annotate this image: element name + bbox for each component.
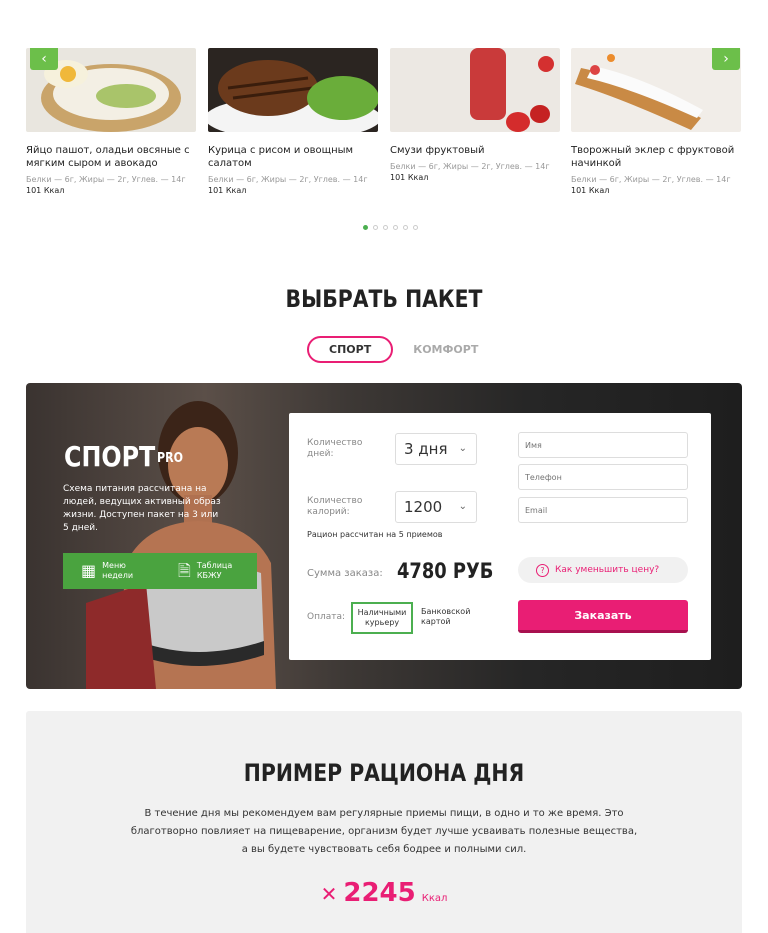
week-menu-link[interactable]: ▦ Меню недели — [63, 561, 160, 581]
ration-description: В течение дня мы рекомендуем вам регуляр… — [130, 808, 638, 855]
calories-select[interactable]: 1200 ⌄ — [395, 491, 477, 523]
dish-kcal: 101 Ккал — [26, 186, 65, 195]
fork-knife-icon: ✕ — [320, 882, 338, 906]
reduce-price-label: Как уменьшить цену? — [555, 565, 660, 575]
dish-card[interactable]: Яйцо пашот, оладьи овсяные с мягким сыро… — [26, 48, 196, 195]
dishes-carousel: Яйцо пашот, оладьи овсяные с мягким сыро… — [0, 0, 768, 245]
package-description: Схема питания рассчитана на людей, ведущ… — [63, 484, 221, 533]
tab-comfort[interactable]: КОМФОРТ — [413, 343, 478, 356]
dish-kcal: 101 Ккал — [390, 173, 429, 182]
grid-icon: ▦ — [81, 561, 97, 580]
email-field[interactable] — [518, 497, 688, 523]
dish-photo — [208, 48, 378, 132]
dish-kcal: 101 Ккал — [208, 186, 247, 195]
chevron-down-icon: ⌄ — [458, 443, 467, 454]
question-icon: ? — [536, 563, 549, 577]
kbju-table-label: Таблица КБЖУ — [196, 561, 233, 580]
pagination-dot[interactable] — [413, 225, 418, 230]
carousel-prev-button[interactable]: ‹ — [30, 48, 58, 70]
payment-card-option[interactable]: Банковской картой — [421, 607, 470, 627]
meals-note: Рацион рассчитан на 5 приемов — [307, 530, 443, 539]
order-form: Количество дней: 3 дня ⌄ Количество калори… — [289, 413, 711, 660]
dish-macros: Белки — 6г, Жиры — 2г, Углев. — 14г — [208, 175, 368, 184]
dish-photo — [390, 48, 560, 132]
ration-kcal-value: 2245 — [343, 878, 416, 908]
package-tabs: СПОРТ КОМФОРТ — [307, 336, 478, 363]
dish-card[interactable]: Курица с рисом и овощным салатом Белки —… — [208, 48, 378, 195]
ration-kcal: ✕ 2245 Ккал — [26, 878, 742, 908]
dish-macros: Белки — 6г, Жиры — 2г, Углев. — 14г — [390, 162, 550, 171]
kbju-table-link[interactable]: 🗎 Таблица КБЖУ — [160, 561, 257, 581]
package-badge: PRO — [156, 451, 183, 466]
dish-macros: Белки — 6г, Жиры — 2г, Углев. — 14г — [571, 175, 731, 184]
tab-sport[interactable]: СПОРТ — [307, 336, 394, 363]
week-menu-label: Меню недели — [102, 561, 134, 580]
athlete-photo — [86, 401, 276, 689]
dish-card[interactable]: Творожный эклер с фруктовой начинкой Бел… — [571, 48, 741, 195]
ration-title: ПРИМЕР РАЦИОНА ДНЯ — [243, 759, 525, 787]
dish-card[interactable]: Смузи фруктовый Белки — 6г, Жиры — 2г, У… — [390, 48, 560, 182]
carousel-pagination — [363, 225, 418, 230]
pagination-dot[interactable] — [373, 225, 378, 230]
order-button[interactable]: Заказать — [518, 600, 688, 633]
dish-title: Яйцо пашот, оладьи овсяные с мягким сыро… — [26, 145, 190, 169]
pagination-dot[interactable] — [393, 225, 398, 230]
pagination-dot[interactable] — [363, 225, 368, 230]
ration-kcal-unit: Ккал — [421, 893, 448, 904]
dish-title: Творожный эклер с фруктовой начинкой — [571, 145, 735, 169]
days-select[interactable]: 3 дня ⌄ — [395, 433, 477, 465]
package-name: СПОРТ PRO — [64, 440, 183, 473]
ration-section: ПРИМЕР РАЦИОНА ДНЯ В течение дня мы реко… — [26, 711, 742, 933]
order-sum-value: 4780 РУБ — [397, 559, 494, 583]
dish-kcal: 101 Ккал — [571, 186, 610, 195]
phone-field[interactable] — [518, 464, 688, 490]
dish-macros: Белки — 6г, Жиры — 2г, Углев. — 14г — [26, 175, 186, 184]
package-section-title: ВЫБРАТЬ ПАКЕТ — [285, 285, 483, 313]
package-links-bar: ▦ Меню недели 🗎 Таблица КБЖУ — [63, 553, 257, 589]
dish-title: Курица с рисом и овощным салатом — [208, 145, 354, 169]
dish-title: Смузи фруктовый — [390, 145, 485, 156]
payment-label: Оплата: — [307, 612, 346, 622]
pagination-dot[interactable] — [383, 225, 388, 230]
order-sum-label: Сумма заказа: — [307, 568, 383, 579]
package-name-text: СПОРТ — [64, 440, 156, 473]
days-label: Количество дней: — [307, 438, 363, 459]
chevron-left-icon: ‹ — [41, 51, 47, 67]
name-field[interactable] — [518, 432, 688, 458]
carousel-next-button[interactable]: › — [712, 48, 740, 70]
reduce-price-link[interactable]: ? Как уменьшить цену? — [518, 557, 688, 583]
pagination-dot[interactable] — [403, 225, 408, 230]
chevron-down-icon: ⌄ — [458, 501, 467, 512]
calories-label: Количество калорий: — [307, 496, 363, 517]
payment-cash-option[interactable]: Наличными курьеру — [351, 602, 413, 634]
chevron-right-icon: › — [723, 51, 729, 67]
document-icon: 🗎 — [178, 561, 191, 580]
